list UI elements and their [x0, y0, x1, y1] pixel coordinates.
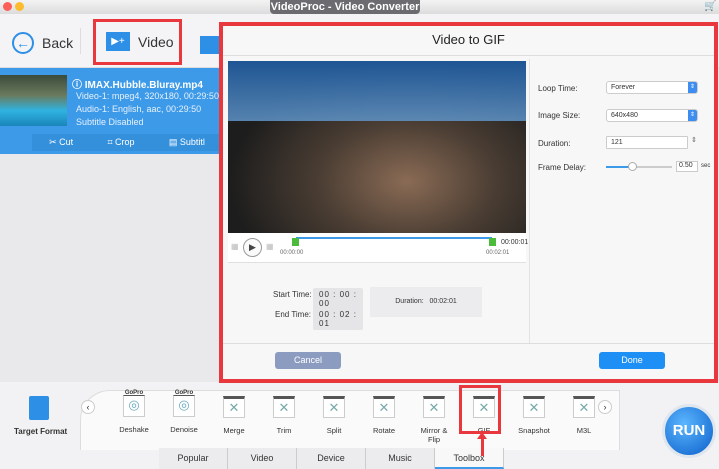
- trim-range: [296, 237, 492, 239]
- tools-icon: ✕: [573, 396, 595, 418]
- tool-merge[interactable]: ✕ Merge: [214, 390, 254, 435]
- duration-input[interactable]: 121: [606, 136, 688, 149]
- back-arrow-icon: ←: [12, 32, 34, 54]
- cancel-button[interactable]: Cancel: [275, 352, 341, 369]
- frame-delay-input[interactable]: 0.50: [676, 161, 698, 172]
- tools-icon: ✕: [373, 396, 395, 418]
- dialog-title: Video to GIF: [223, 26, 714, 56]
- play-button[interactable]: ▶: [243, 238, 262, 257]
- tool-snapshot[interactable]: ✕ Snapshot: [514, 390, 554, 435]
- timeline-end: 00:02:01: [486, 250, 510, 256]
- frame-delay-unit: sec: [701, 163, 711, 169]
- tool-m3l[interactable]: ✕ M3L: [564, 390, 604, 435]
- loop-time-label: Loop Time:: [538, 84, 578, 93]
- tools-icon: ✕: [223, 396, 245, 418]
- tool-trim[interactable]: ✕ Trim: [264, 390, 304, 435]
- subtitle-info: Subtitle Disabled: [76, 117, 144, 127]
- tools-icon: ✕: [523, 396, 545, 418]
- target-format-icon[interactable]: [29, 396, 49, 420]
- scroll-left-button[interactable]: ‹: [81, 400, 95, 414]
- audio-track-info: Audio-1: English, aac, 00:29:50: [76, 104, 202, 114]
- image-size-select[interactable]: 640x480 ⇕: [606, 109, 698, 122]
- tab-video[interactable]: Video: [228, 448, 297, 469]
- tool-label: Mirror & Flip: [420, 426, 448, 444]
- tab-popular[interactable]: Popular: [159, 448, 228, 469]
- trim-start-handle[interactable]: [292, 238, 299, 246]
- add-folder-icon[interactable]: [200, 36, 220, 54]
- frame-delay-slider[interactable]: [606, 162, 672, 171]
- video-preview: [228, 61, 526, 233]
- loop-time-select[interactable]: Forever ⇕: [606, 81, 698, 94]
- file-name: ⓘ IMAX.Hubble.Bluray.mp4: [72, 80, 203, 91]
- duration-box: Duration: 00:02:01: [370, 287, 482, 317]
- slider-knob[interactable]: [628, 162, 638, 171]
- end-time-label: End Time:: [275, 310, 312, 319]
- tool-rotate[interactable]: ✕ Rotate: [364, 390, 404, 435]
- tool-label: Trim: [276, 426, 292, 435]
- timeline: ▦ ▶ ▦ 00:00:00 00:02:01 00:00:01: [228, 233, 529, 263]
- video-button-highlight: [93, 19, 182, 65]
- done-button[interactable]: Done: [599, 352, 665, 369]
- timeline-start: 00:00:00: [280, 250, 304, 256]
- duration-label: Duration:: [538, 139, 571, 148]
- end-time-input[interactable]: 00 : 02 : 01: [313, 308, 363, 330]
- crop-button[interactable]: ⌗ Crop: [107, 137, 134, 148]
- gopro-icon: ◎: [173, 395, 195, 417]
- subtitle-button[interactable]: ▤ Subtitl: [169, 137, 205, 148]
- tools-icon: ✕: [323, 396, 345, 418]
- tool-label: M3L: [576, 426, 592, 435]
- tool-mirror-flip[interactable]: ✕ Mirror & Flip: [414, 390, 454, 444]
- gopro-icon: ◎: [123, 395, 145, 417]
- video-thumbnail: [0, 75, 67, 126]
- start-time-input[interactable]: 00 : 00 : 00: [313, 288, 363, 310]
- red-arrow: [481, 436, 484, 456]
- tool-label: Merge: [223, 426, 245, 435]
- tool-label: Snapshot: [518, 426, 550, 435]
- tool-label: Denoise: [170, 425, 198, 434]
- gif-highlight: [459, 385, 501, 434]
- start-time-label: Start Time:: [273, 290, 312, 299]
- edit-bar: ✂ Cut ⌗ Crop ▤ Subtitl: [32, 134, 222, 151]
- minimize-window-button[interactable]: [15, 2, 24, 11]
- frame-delay-label: Frame Delay:: [538, 163, 587, 172]
- tool-label: Split: [326, 426, 342, 435]
- video-track-info: Video-1: mpeg4, 320x180, 00:29:50: [76, 91, 219, 101]
- timeline-total: 00:00:01: [501, 239, 529, 246]
- tool-deshake[interactable]: GoPro ◎ Deshake: [114, 390, 154, 434]
- tools-icon: ✕: [273, 396, 295, 418]
- image-size-label: Image Size:: [538, 111, 581, 120]
- back-label: Back: [42, 35, 74, 51]
- duration-stepper[interactable]: ⇕: [691, 136, 697, 144]
- close-window-button[interactable]: [3, 2, 12, 11]
- gif-settings: Loop Time: Forever ⇕ Image Size: 640x480 ⇕…: [529, 59, 714, 343]
- back-button[interactable]: ← Back: [12, 32, 73, 54]
- tool-denoise[interactable]: GoPro ◎ Denoise: [164, 390, 204, 434]
- tool-label: Deshake: [119, 425, 149, 434]
- title-bar: VideoProc - Video Converter 🛒: [0, 0, 719, 14]
- cart-icon[interactable]: 🛒: [704, 1, 716, 12]
- tool-label: Rotate: [372, 426, 396, 435]
- tools-icon: ✕: [423, 396, 445, 418]
- cut-button[interactable]: ✂ Cut: [49, 137, 73, 148]
- tab-toolbox[interactable]: Toolbox: [435, 448, 504, 469]
- video-to-gif-dialog: Video to GIF ▦ ▶ ▦ 00:00:00 00:02:01 00:…: [220, 23, 717, 382]
- run-button[interactable]: RUN: [662, 404, 716, 458]
- target-format-label[interactable]: Target Format: [14, 427, 67, 436]
- tab-device[interactable]: Device: [297, 448, 366, 469]
- window-title: VideoProc - Video Converter: [270, 0, 420, 14]
- trim-end-handle[interactable]: [489, 238, 496, 246]
- tool-split[interactable]: ✕ Split: [314, 390, 354, 435]
- tab-music[interactable]: Music: [366, 448, 435, 469]
